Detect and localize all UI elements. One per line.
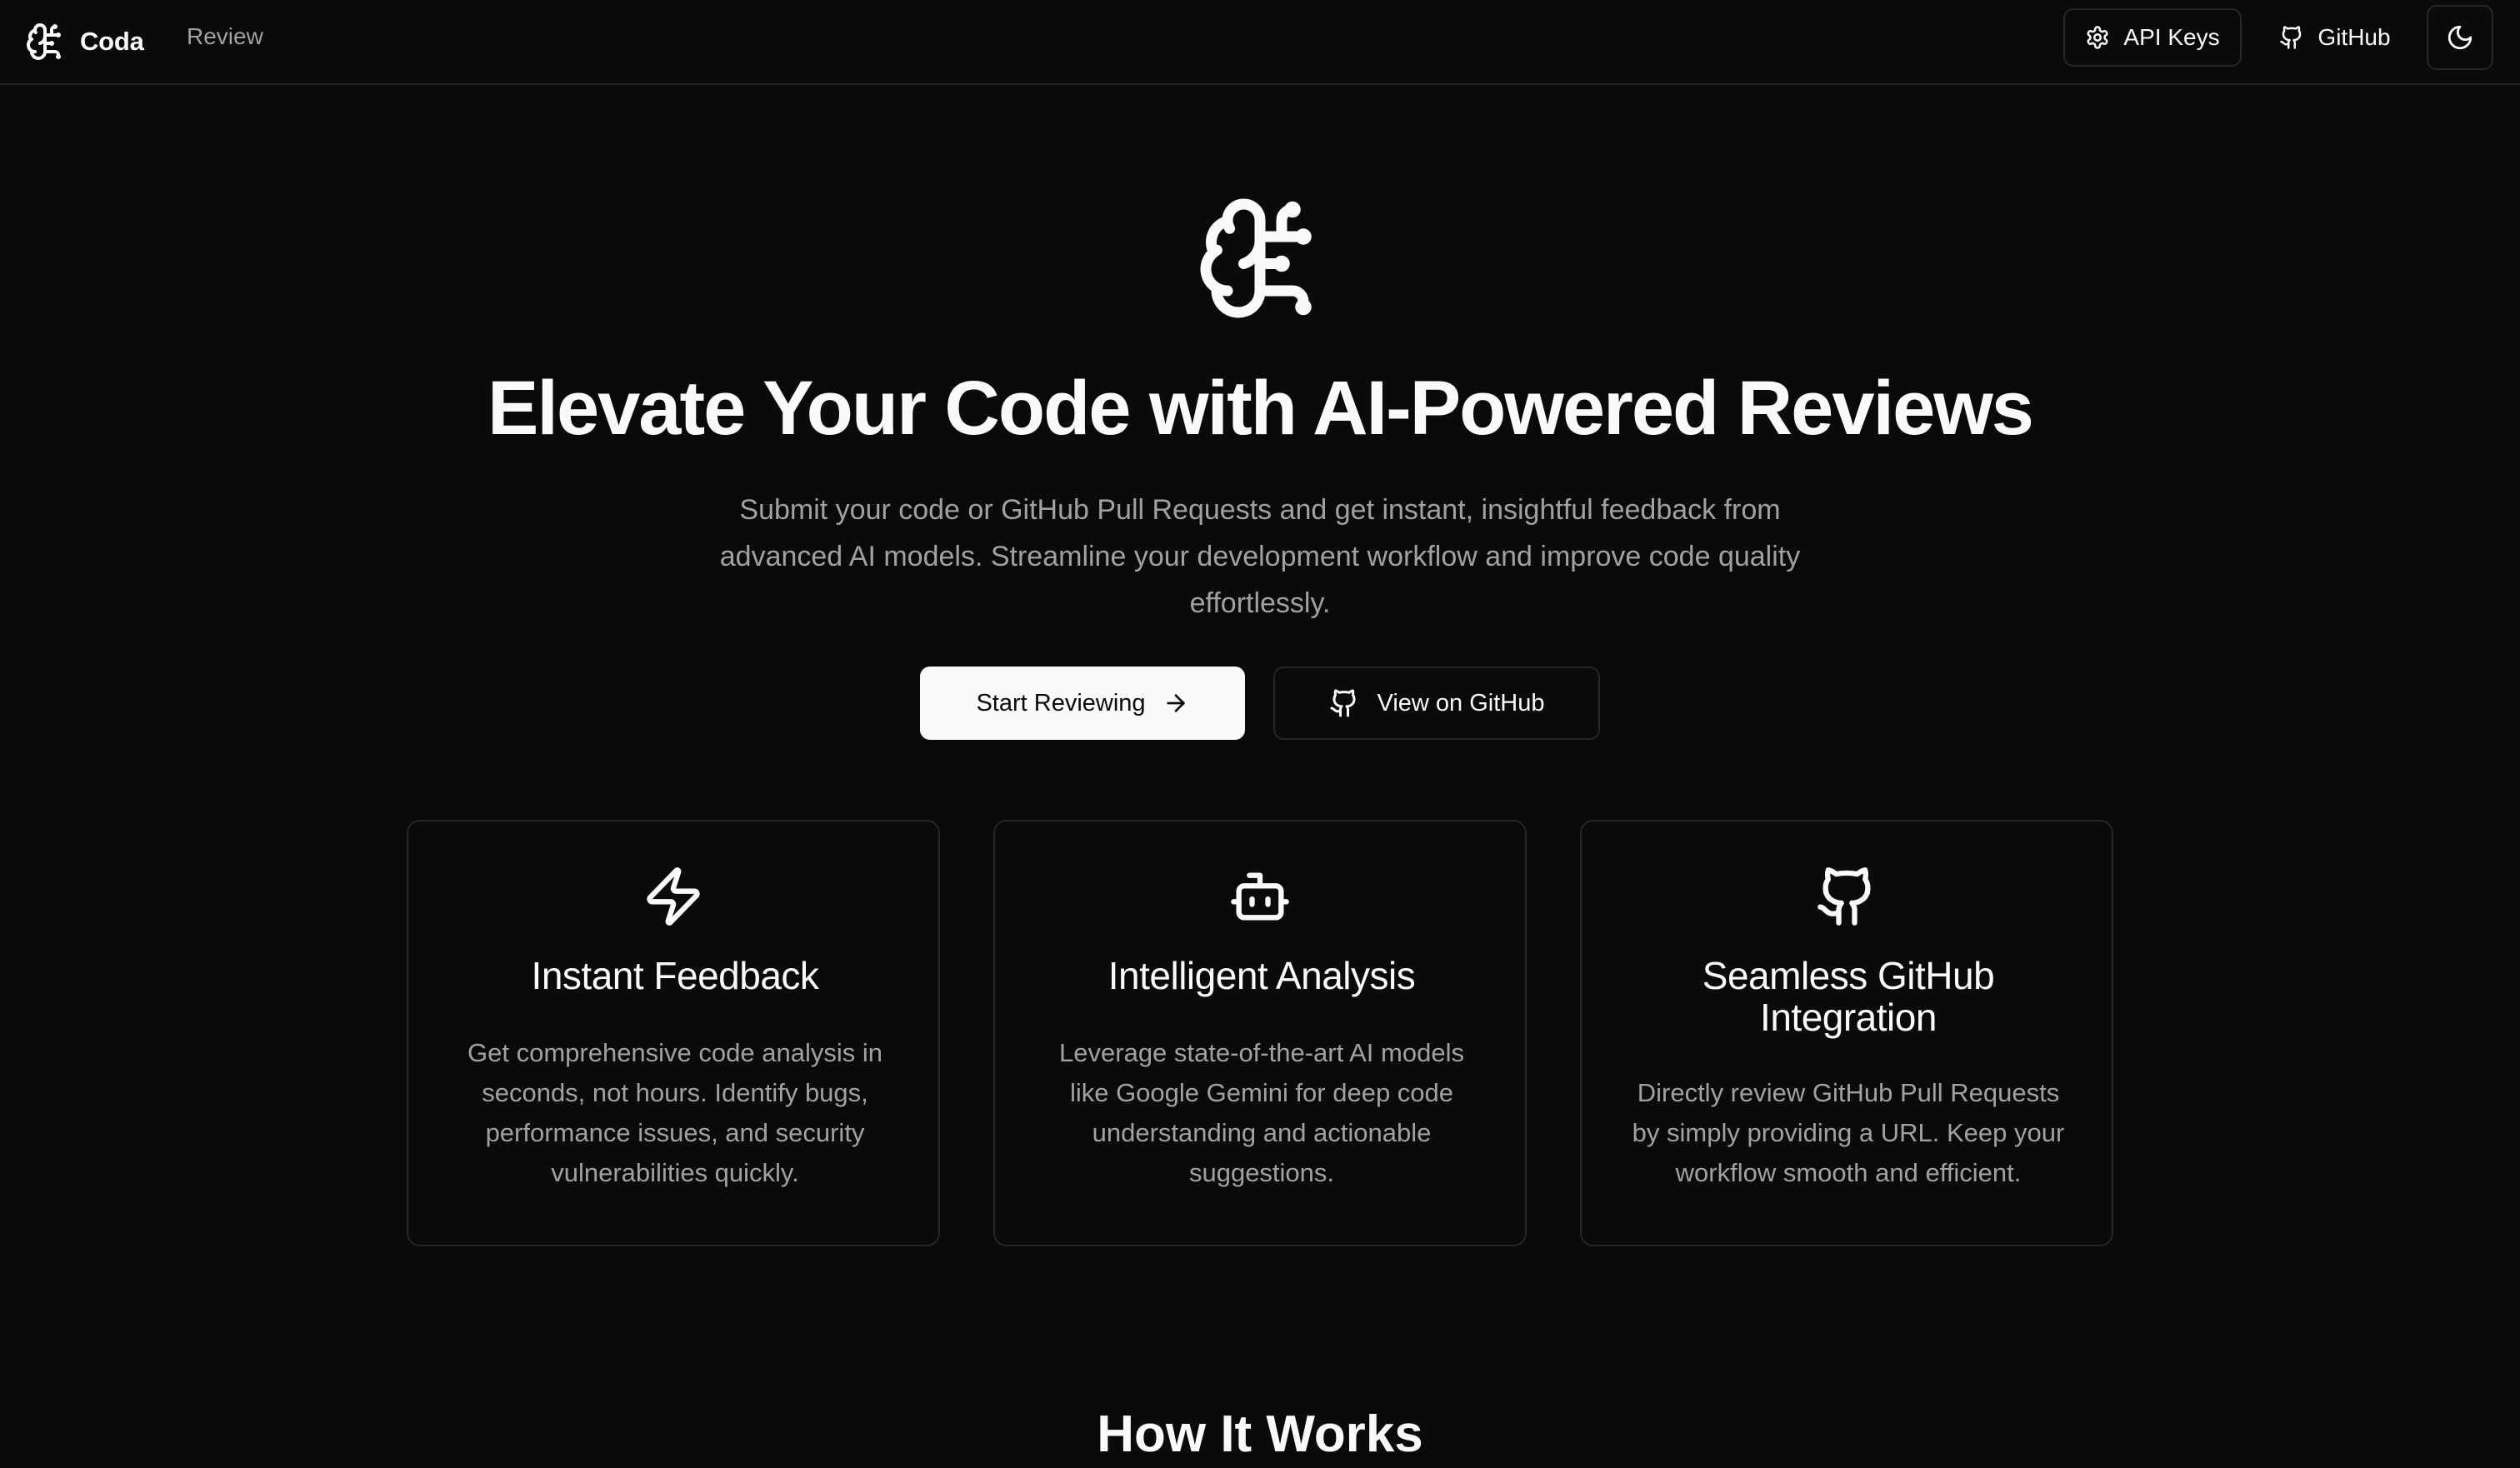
feature-title: Seamless GitHub Integration — [1702, 954, 1995, 1039]
github-icon — [1329, 688, 1359, 718]
top-nav: Coda Review API Keys GitHub — [0, 0, 2520, 85]
github-nav-label: GitHub — [2318, 24, 2391, 50]
api-keys-label: API Keys — [2123, 24, 2220, 50]
feature-card-github-integration: Seamless GitHub Integration Directly rev… — [1580, 820, 2113, 1246]
feature-title: Intelligent Analysis — [1108, 954, 1416, 997]
gear-icon — [2085, 25, 2110, 50]
theme-toggle-button[interactable] — [2427, 5, 2493, 70]
arrow-right-icon — [1162, 690, 1189, 717]
view-on-github-button[interactable]: View on GitHub — [1273, 667, 1600, 740]
hero-subtitle: Submit your code or GitHub Pull Requests… — [719, 494, 1801, 619]
start-reviewing-button[interactable]: Start Reviewing — [920, 667, 1245, 740]
brand-link[interactable]: Coda — [25, 15, 144, 68]
how-it-works-heading: How It Works — [1097, 1406, 1423, 1463]
moon-icon — [2446, 23, 2474, 52]
start-reviewing-label: Start Reviewing — [976, 689, 1146, 717]
brain-circuit-icon — [25, 22, 65, 62]
view-on-github-label: View on GitHub — [1377, 689, 1545, 717]
bot-icon — [995, 863, 1525, 930]
github-icon — [1582, 863, 2112, 930]
feature-title: Instant Feedback — [531, 954, 819, 997]
zap-icon — [408, 863, 938, 930]
brand-name: Coda — [80, 27, 144, 56]
feature-card-instant-feedback: Instant Feedback Get comprehensive code … — [407, 820, 940, 1246]
api-keys-button[interactable]: API Keys — [2063, 8, 2242, 67]
github-icon — [2279, 25, 2304, 50]
hero-title: Elevate Your Code with AI-Powered Review… — [488, 366, 2034, 451]
feature-description: Directly review GitHub Pull Requests by … — [1632, 1078, 2065, 1187]
github-nav-button[interactable]: GitHub — [2258, 8, 2412, 67]
nav-link-review[interactable]: Review — [187, 22, 263, 52]
feature-card-intelligent-analysis: Intelligent Analysis Leverage state-of-t… — [993, 820, 1527, 1246]
feature-description: Get comprehensive code analysis in secon… — [468, 1038, 882, 1187]
feature-description: Leverage state-of-the-art AI models like… — [1059, 1038, 1464, 1187]
brain-circuit-icon — [1195, 193, 1325, 323]
